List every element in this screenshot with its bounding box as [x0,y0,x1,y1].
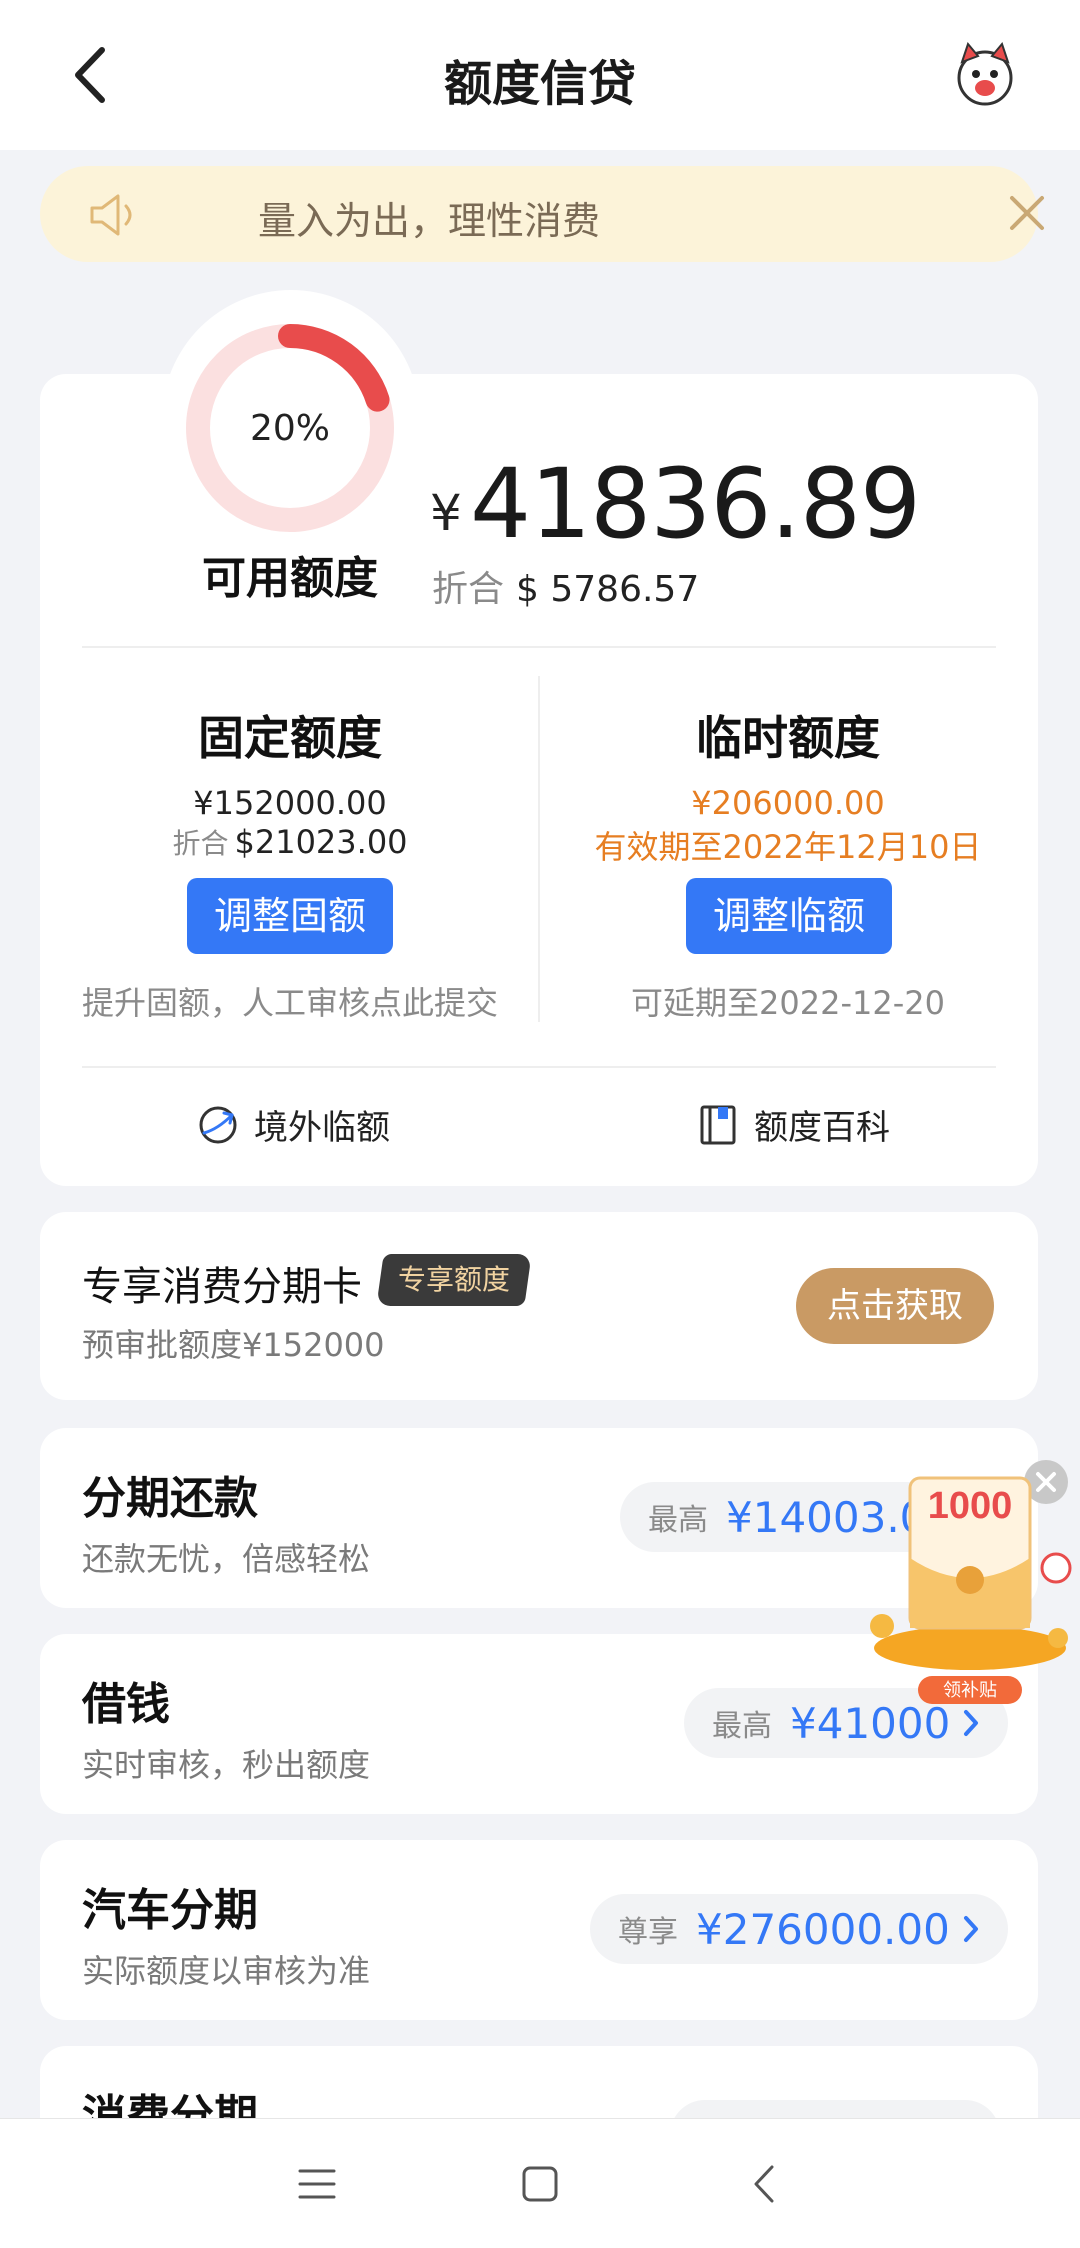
equiv-amount: $21023.00 [234,823,408,861]
available-amount: 41836.89 [470,448,921,560]
fixed-credit-equiv: 折合 $21023.00 [50,822,530,862]
overseas-credit-link[interactable]: 境外临额 [196,1100,390,1149]
equiv-label: 折合 [172,827,229,860]
loan-subtitle: 实时审核，秒出额度 [82,1746,371,1784]
temp-credit-title: 临时额度 [696,711,880,765]
equiv-amount: $ 5786.57 [516,569,700,610]
divider [538,676,540,1022]
overseas-credit-label: 境外临额 [254,1108,390,1148]
page-title: 额度信贷 [443,56,636,112]
back-icon[interactable] [740,2159,790,2209]
fixed-credit-amount: ¥152000.00 [193,784,387,822]
usage-percent: 20% [249,408,330,449]
pill-value: ¥276000.00 [696,1904,950,1954]
exclusive-card-title: 专享消费分期卡 [82,1264,362,1310]
loan-title: 分期还款 [82,1473,258,1524]
mascot-avatar-icon[interactable] [950,40,1020,110]
pill-label: 最高 [712,1709,772,1744]
speaker-icon [90,194,132,236]
exclusive-badge: 专享额度 [376,1254,532,1306]
available-equiv: 折合 $ 5786.57 [432,560,699,612]
fixed-credit-title: 固定额度 [198,711,382,765]
divider [82,1066,996,1068]
notice-text: 量入为出，理性消费 [258,199,601,243]
globe-plane-icon [199,1106,237,1143]
subsidy-promo-icon[interactable]: 1000 领补贴 [860,1458,1080,1706]
book-icon [700,1105,736,1144]
loan-card-auto[interactable]: 汽车分期 实际额度以审核为准 尊享 ¥276000.00 [40,1840,1038,2020]
temp-credit-amount: ¥206000.00 [691,784,885,822]
adjust-fixed-button[interactable]: 调整固额 [187,878,393,954]
currency-symbol: ¥ [430,484,462,542]
pill-label: 最高 [648,1503,708,1538]
close-icon[interactable] [1004,190,1050,236]
app-header: 额度信贷 [0,0,1080,150]
home-icon[interactable] [515,2159,565,2209]
equiv-label: 折合 [432,569,505,610]
temp-credit-note: 可延期至2022-12-20 [631,984,945,1022]
menu-icon[interactable] [292,2159,342,2209]
loan-subtitle: 实际额度以审核为准 [82,1952,371,1990]
chevron-right-icon [963,1916,978,1942]
get-exclusive-button[interactable]: 点击获取 [796,1268,994,1344]
temp-credit-validity: 有效期至2022年12月10日 [594,828,982,866]
fixed-credit-note[interactable]: 提升固额，人工审核点此提交 [50,978,530,1024]
exclusive-card-subtitle: 预审批额度¥152000 [82,1326,385,1364]
chevron-right-icon [964,1710,979,1736]
adjust-temp-button[interactable]: 调整临额 [686,878,892,954]
promo-tag: 领补贴 [943,1680,997,1700]
exclusive-badge-label: 专享额度 [398,1263,511,1296]
loan-subtitle: 还款无忧，倍感轻松 [82,1540,371,1578]
loan-title: 借钱 [82,1679,170,1730]
available-label: 可用额度 [202,553,378,604]
loan-title: 汽车分期 [82,1885,258,1936]
promo-amount: 1000 [928,1485,1013,1527]
loan-limit-pill[interactable]: 尊享 ¥276000.00 [590,1894,1008,1964]
credit-wiki-label: 额度百科 [754,1108,890,1148]
exclusive-installment-card[interactable]: 专享消费分期卡 专享额度 预审批额度¥152000 点击获取 [40,1212,1038,1400]
credit-wiki-link[interactable]: 额度百科 [696,1100,890,1149]
system-nav-bar [0,2118,1080,2248]
notice-banner: 量入为出，理性消费 [40,166,1044,262]
pill-label: 尊享 [618,1915,678,1950]
divider [82,646,996,648]
